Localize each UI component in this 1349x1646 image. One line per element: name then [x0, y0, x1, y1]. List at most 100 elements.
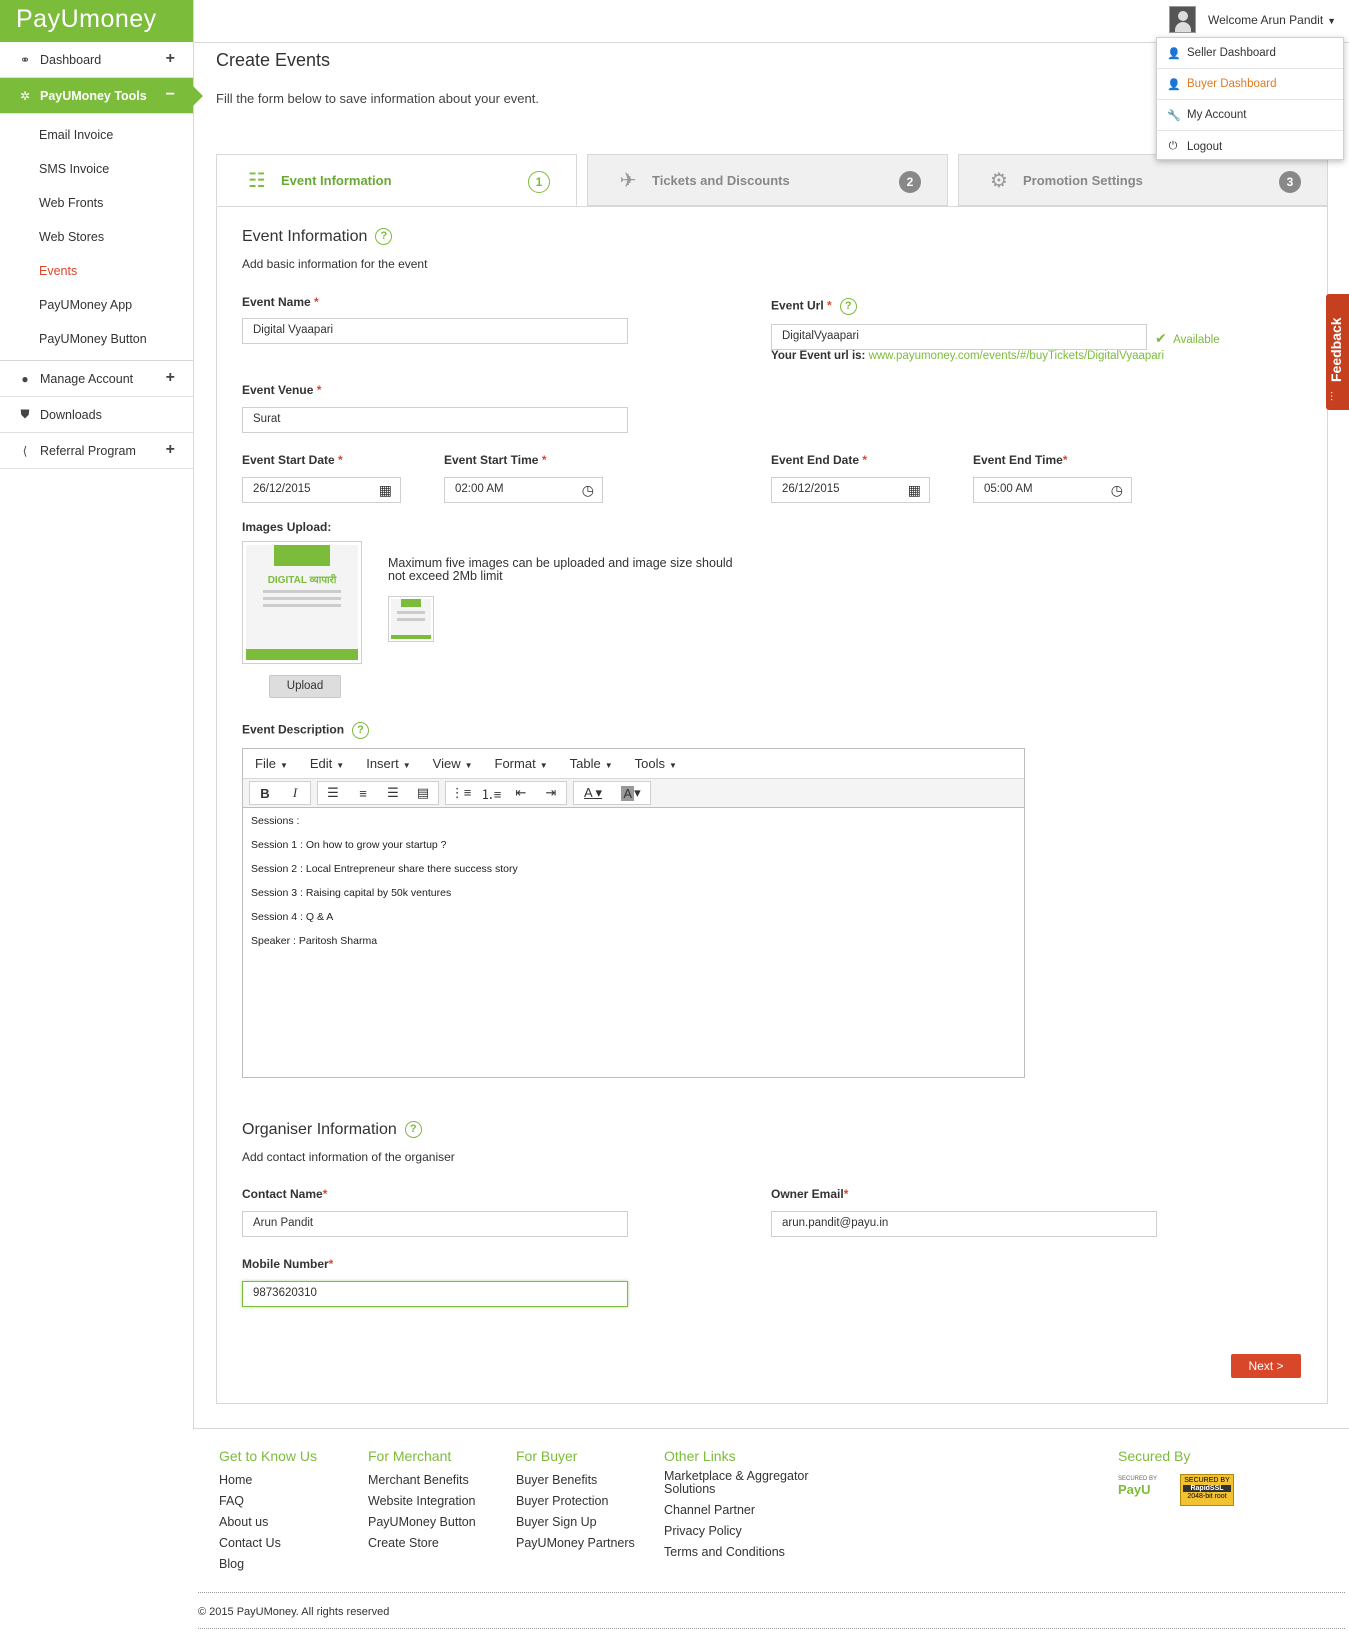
payumoney-logo[interactable]: PayUmoney [0, 0, 193, 42]
indent-icon[interactable]: ⇥ [536, 782, 566, 804]
end-date-label: Event End Date * [771, 453, 868, 467]
contact-name-input[interactable]: Arun Pandit [242, 1211, 628, 1237]
editor-line: Session 3 : Raising capital by 50k ventu… [251, 887, 452, 899]
align-left-icon[interactable]: ☰ [318, 782, 348, 804]
footer-link-faq[interactable]: FAQ [219, 1491, 317, 1512]
footer-divider [194, 1428, 1349, 1429]
event-venue-input[interactable]: Surat [242, 407, 628, 433]
sidebar-item-referral-program[interactable]: ⟨ Referral Program + [0, 433, 193, 469]
help-icon[interactable]: ? [375, 228, 393, 246]
sidebar-item-web-fronts[interactable]: Web Fronts [0, 186, 193, 220]
section-subtitle: Add contact information of the organiser [242, 1150, 455, 1164]
footer-link-create-store[interactable]: Create Store [368, 1533, 476, 1554]
sidebar-item-payumoney-tools[interactable]: ✲ PayUMoney Tools − [0, 78, 203, 114]
footer-link-payumoney-partners[interactable]: PayUMoney Partners [516, 1533, 635, 1554]
event-name-label: Event Name * [242, 295, 319, 309]
bold-icon[interactable]: B [250, 782, 280, 804]
images-upload-note: Maximum five images can be uploaded and … [388, 556, 733, 583]
sidebar-item-web-stores[interactable]: Web Stores [0, 220, 193, 254]
tab-event-information[interactable]: ☷ Event Information 1 [216, 154, 577, 206]
help-icon[interactable]: ? [352, 722, 370, 739]
align-center-icon[interactable]: ≡ [348, 782, 378, 804]
clock-icon[interactable]: ◷ [582, 482, 594, 499]
align-justify-icon[interactable]: ▤ [408, 782, 438, 804]
menu-table[interactable]: Table ▼ [570, 756, 613, 771]
sidebar-item-payumoney-app[interactable]: PayUMoney App [0, 288, 193, 322]
tab-tickets-and-discounts[interactable]: ✈ Tickets and Discounts 2 [587, 154, 948, 206]
mobile-number-input[interactable]: 9873620310 [242, 1281, 628, 1307]
bullet-list-icon[interactable]: ⋮≡ [446, 782, 476, 804]
next-button[interactable]: Next > [1231, 1354, 1301, 1378]
menu-format[interactable]: Format ▼ [495, 756, 548, 771]
footer-link-about-us[interactable]: About us [219, 1512, 317, 1533]
end-time-input[interactable]: 05:00 AM ◷ [973, 477, 1132, 503]
user-menu-toggle[interactable]: Welcome Arun Pandit ▼ [1208, 13, 1336, 27]
footer-link-blog[interactable]: Blog [219, 1554, 317, 1575]
sidebar-item-email-invoice[interactable]: Email Invoice [0, 118, 193, 152]
clock-icon[interactable]: ◷ [1111, 482, 1123, 499]
calendar-icon[interactable]: ▦ [908, 482, 921, 499]
footer-link-buyer-protection[interactable]: Buyer Protection [516, 1491, 635, 1512]
editor-line: Session 2 : Local Entrepreneur share the… [251, 863, 518, 875]
menu-insert[interactable]: Insert ▼ [366, 756, 410, 771]
menu-edit[interactable]: Edit ▼ [310, 756, 344, 771]
footer-link-marketplace[interactable]: Marketplace & Aggregator Solutions [664, 1470, 824, 1496]
menu-item-label: My Account [1187, 109, 1247, 121]
editor-content[interactable]: Sessions : Session 1 : On how to grow yo… [243, 808, 1024, 964]
menu-view[interactable]: View ▼ [433, 756, 473, 771]
editor-line: Sessions : [251, 815, 300, 827]
uploaded-image-thumbnail[interactable] [388, 596, 434, 642]
menu-item-buyer-dashboard[interactable]: 👤 Buyer Dashboard [1157, 69, 1343, 100]
footer-link-payumoney-button[interactable]: PayUMoney Button [368, 1512, 476, 1533]
expand-icon[interactable]: + [166, 50, 175, 68]
user-icon: 👤 [1167, 78, 1181, 91]
editor-menubar: File ▼ Edit ▼ Insert ▼ View ▼ Format ▼ Table ▼… [243, 749, 1024, 779]
outdent-icon[interactable]: ⇤ [506, 782, 536, 804]
numbered-list-icon[interactable]: ⒈≡ [476, 782, 506, 804]
owner-email-input[interactable]: arun.pandit@payu.in [771, 1211, 1157, 1237]
sidebar-item-sms-invoice[interactable]: SMS Invoice [0, 152, 193, 186]
event-name-input[interactable]: Digital Vyaapari [242, 318, 628, 344]
footer-link-buyer-sign-up[interactable]: Buyer Sign Up [516, 1512, 635, 1533]
tab-label: Tickets and Discounts [652, 172, 790, 188]
help-icon[interactable]: ? [404, 1121, 422, 1139]
footer-link-website-integration[interactable]: Website Integration [368, 1491, 476, 1512]
align-right-icon[interactable]: ☰ [378, 782, 408, 804]
menu-file[interactable]: File ▼ [255, 756, 288, 771]
start-time-input[interactable]: 02:00 AM ◷ [444, 477, 603, 503]
footer-link-home[interactable]: Home [219, 1470, 317, 1491]
collapse-icon[interactable]: − [166, 86, 175, 104]
sidebar-item-events[interactable]: Events [0, 254, 193, 288]
footer-link-buyer-benefits[interactable]: Buyer Benefits [516, 1470, 635, 1491]
menu-item-my-account[interactable]: 🔧 My Account [1157, 100, 1343, 131]
footer-link-terms[interactable]: Terms and Conditions [664, 1542, 824, 1563]
event-url-input[interactable]: DigitalVyaapari [771, 324, 1147, 350]
footer-link-privacy-policy[interactable]: Privacy Policy [664, 1521, 824, 1542]
start-date-input[interactable]: 26/12/2015 ▦ [242, 477, 401, 503]
upload-button[interactable]: Upload [269, 675, 341, 698]
footer-link-contact-us[interactable]: Contact Us [219, 1533, 317, 1554]
feedback-tab[interactable]: Feedback ⫶ [1326, 294, 1349, 410]
sidebar-item-dashboard[interactable]: ⚭ Dashboard + [0, 42, 193, 78]
text-color-icon[interactable]: A ▾ [574, 782, 612, 804]
expand-icon[interactable]: + [166, 369, 175, 387]
end-date-input[interactable]: 26/12/2015 ▦ [771, 477, 930, 503]
avatar[interactable] [1169, 6, 1196, 33]
menu-item-seller-dashboard[interactable]: 👤 Seller Dashboard [1157, 38, 1343, 69]
sidebar-item-payumoney-button[interactable]: PayUMoney Button [0, 322, 193, 356]
menu-item-logout[interactable]: ⏻ Logout [1157, 131, 1343, 162]
calendar-icon[interactable]: ▦ [379, 482, 392, 499]
event-url-link[interactable]: www.payumoney.com/events/#/buyTickets/Di… [869, 350, 1165, 362]
footer-link-merchant-benefits[interactable]: Merchant Benefits [368, 1470, 476, 1491]
menu-tools[interactable]: Tools ▼ [635, 756, 677, 771]
help-icon[interactable]: ? [839, 298, 857, 315]
italic-icon[interactable]: I [280, 782, 310, 804]
sidebar: PayUmoney ⚭ Dashboard + ✲ PayUMoney Tool… [0, 0, 203, 1430]
step-number: 1 [528, 171, 550, 193]
sidebar-item-manage-account[interactable]: ● Manage Account + [0, 361, 193, 397]
sidebar-item-downloads[interactable]: ⛊ Downloads [0, 397, 193, 433]
footer-link-channel-partner[interactable]: Channel Partner [664, 1500, 824, 1521]
uploaded-image-preview[interactable]: DIGITAL व्यापारी [242, 541, 362, 664]
expand-icon[interactable]: + [166, 441, 175, 459]
background-color-icon[interactable]: A ▾ [612, 782, 650, 804]
